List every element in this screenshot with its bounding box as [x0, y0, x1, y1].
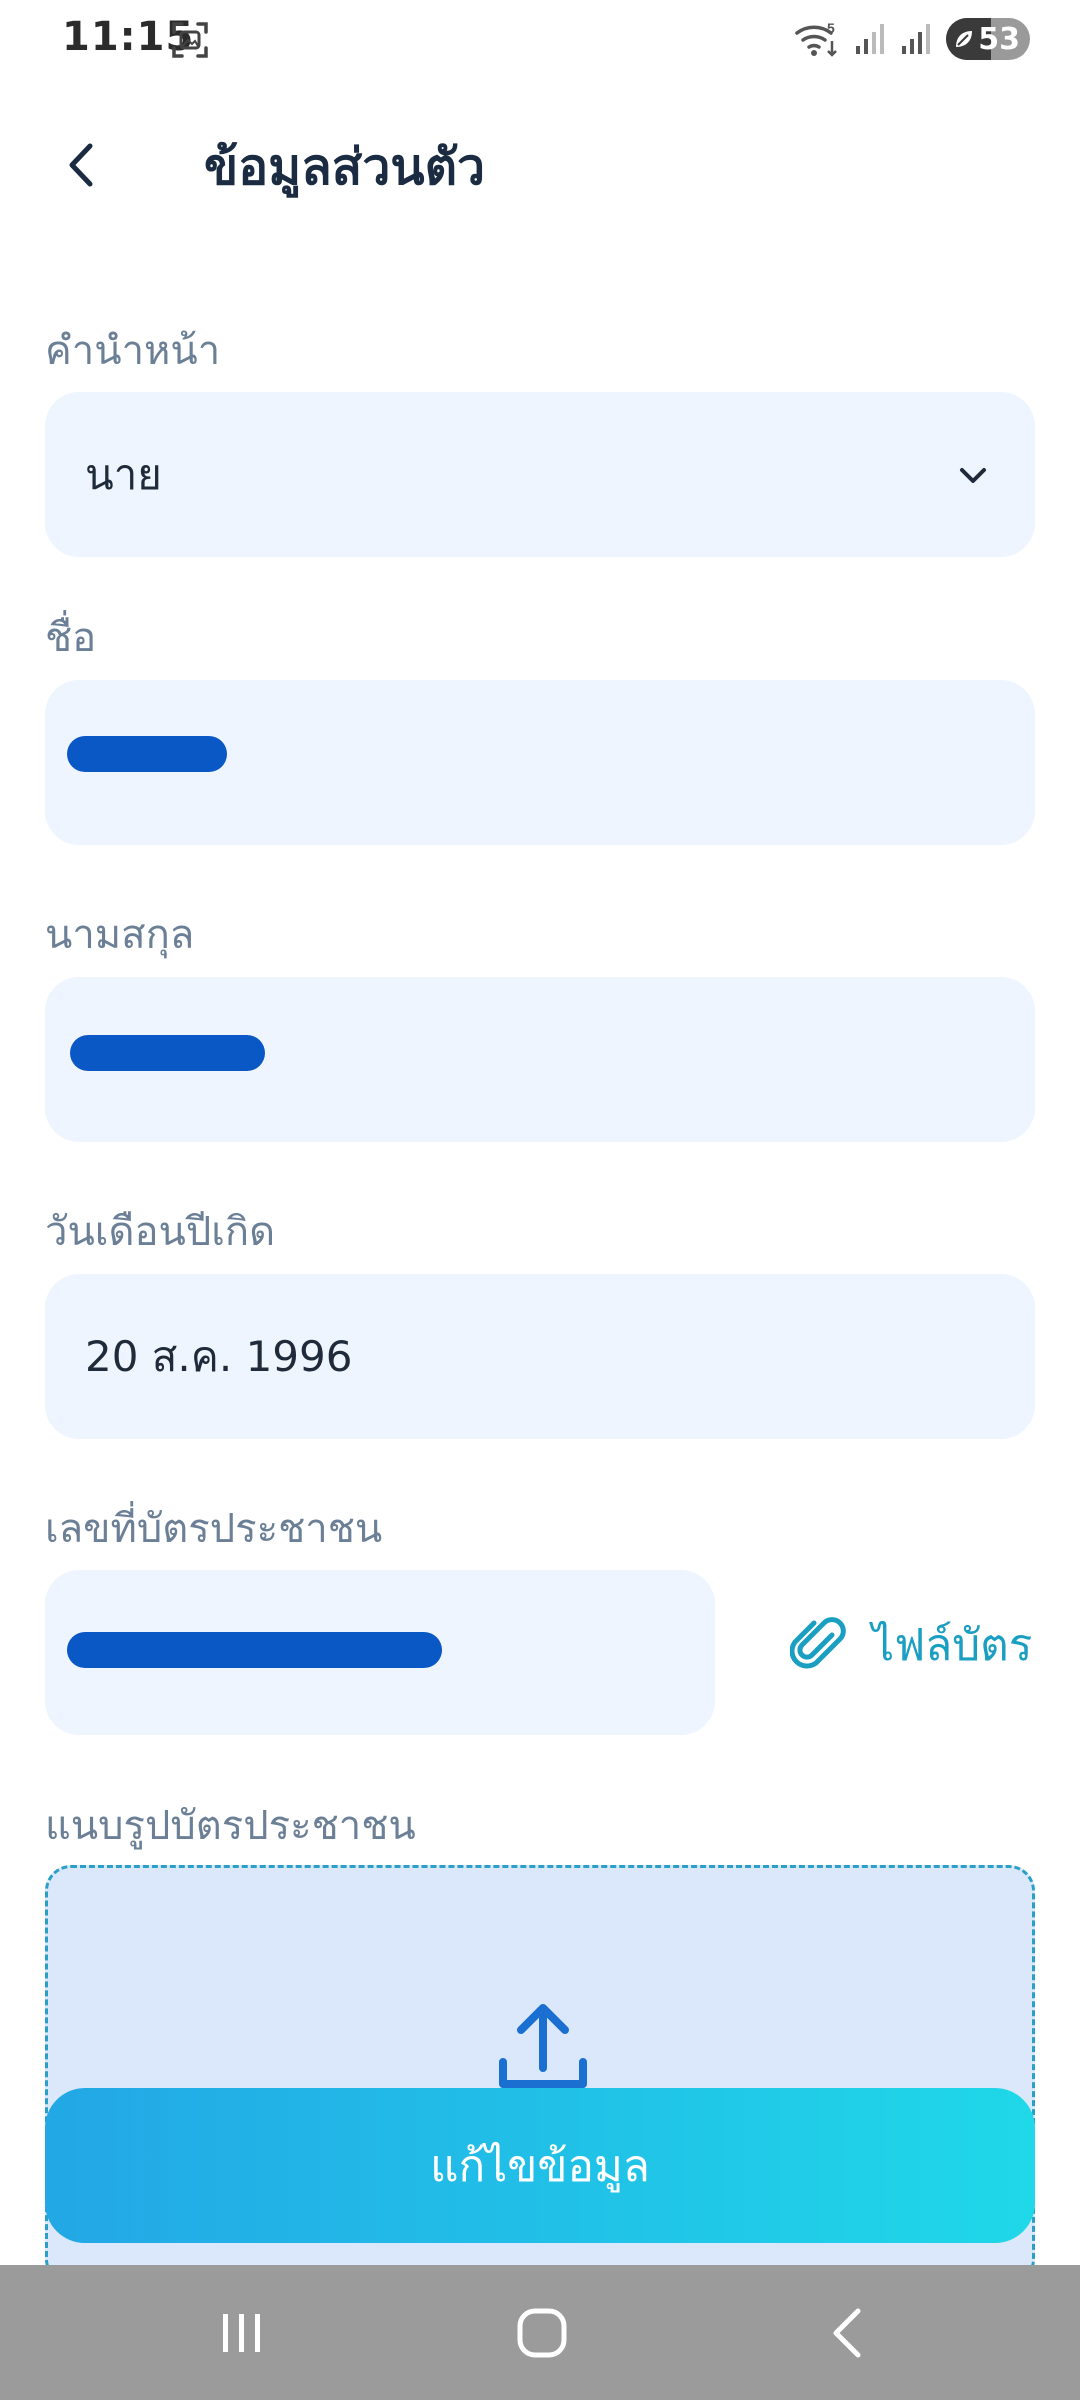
back-nav-button[interactable] [748, 2265, 948, 2400]
recent-apps-button[interactable] [142, 2265, 342, 2400]
prefix-value: นาย [85, 449, 162, 499]
header: ข้อมูลส่วนตัว [0, 100, 1080, 230]
attach-file-link[interactable]: ไฟล์บัตร [790, 1605, 1032, 1685]
last-name-field[interactable] [45, 977, 1035, 1142]
id-number-label: เลขที่บัตรประชาชน [45, 1506, 383, 1552]
wifi-icon: 5 [795, 20, 838, 57]
back-nav-icon [833, 2308, 861, 2357]
signal-icon-1 [856, 24, 885, 54]
power-saving-icon [956, 31, 973, 47]
status-bar: 11:15 5 53 [0, 0, 1080, 80]
prefix-select[interactable]: นาย [45, 392, 1035, 557]
back-button[interactable] [62, 130, 142, 200]
page-title: ข้อมูลส่วนตัว [204, 138, 486, 196]
first-name-field[interactable] [45, 680, 1035, 845]
edit-info-button[interactable]: แก้ไขข้อมูล [45, 2088, 1035, 2243]
status-icons: 5 53 [794, 14, 1030, 64]
system-nav-bar [0, 2265, 1080, 2400]
last-name-label: นามสกุล [45, 912, 195, 958]
first-name-label: ชื่อ [45, 615, 97, 661]
birth-date-field[interactable]: 20 ส.ค. 1996 [45, 1274, 1035, 1439]
upload-label: แนบรูปบัตรประชาชน [45, 1803, 416, 1849]
recent-apps-icon [223, 2313, 260, 2352]
signal-icon-2 [902, 24, 931, 54]
battery-level: 53 [978, 21, 1020, 57]
redaction-mark [70, 1035, 265, 1071]
upload-icon [499, 2004, 587, 2088]
attach-file-label: ไฟล์บัตร [872, 1620, 1033, 1671]
prefix-label: คำนำหน้า [45, 328, 221, 374]
paperclip-icon [790, 1617, 846, 1669]
chevron-left-icon [69, 143, 93, 187]
redaction-mark [67, 1632, 442, 1668]
birth-date-value: 20 ส.ค. 1996 [85, 1331, 353, 1381]
battery-indicator: 53 [946, 18, 1030, 60]
redaction-mark [67, 736, 227, 772]
screenshot-icon [172, 22, 208, 58]
chevron-down-icon [960, 467, 986, 483]
screen: 11:15 5 53 ข้อมูลส่วนตัว คำนำหน้า นาย ชื… [0, 0, 1080, 2400]
birth-date-label: วันเดือนปีเกิด [45, 1209, 276, 1255]
home-icon [517, 2308, 567, 2357]
edit-info-button-label: แก้ไขข้อมูล [430, 2140, 650, 2192]
id-number-field[interactable] [45, 1570, 715, 1735]
home-button[interactable] [442, 2265, 642, 2400]
svg-text:5: 5 [827, 20, 835, 36]
